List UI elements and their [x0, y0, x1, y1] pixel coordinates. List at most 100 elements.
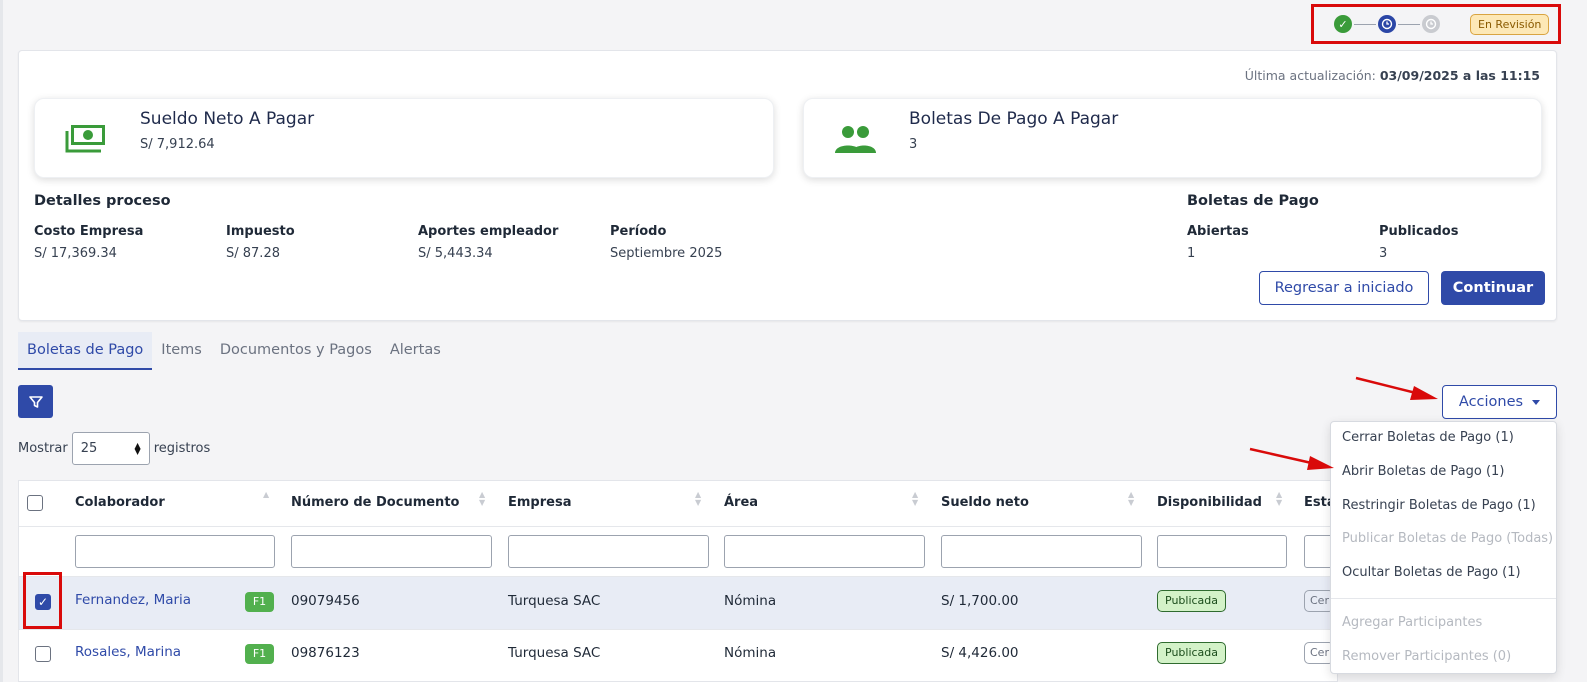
payslips-title: Boletas de Pago	[1187, 193, 1319, 209]
filter-input-document[interactable]	[291, 535, 492, 568]
tab-alertas[interactable]: Alertas	[381, 332, 450, 370]
employee-link[interactable]: Fernandez, Maria	[75, 592, 191, 608]
tab-boletas-de-pago[interactable]: Boletas de Pago	[18, 332, 153, 370]
sort-icon[interactable]: ▲ ▼	[1128, 491, 1134, 507]
summary-card-net-salary: Sueldo Neto A Pagar S/ 7,912.64	[34, 98, 774, 178]
payroll-summary-card: Última actualización: 03/09/2025 a las 1…	[18, 50, 1557, 321]
status-stepper: ✓ En Revisión	[1311, 4, 1561, 44]
payslips-table: Colaborador ▲ Número de Documento ▲ ▼ Emp…	[18, 480, 1338, 682]
field-value-tax: S/ 87.28	[226, 246, 280, 261]
caret-down-icon	[1532, 399, 1541, 405]
process-details-title: Detalles proceso	[34, 193, 171, 209]
step-connector	[1354, 23, 1376, 25]
summary-title: Boletas De Pago A Pagar	[909, 109, 1119, 129]
field-label-period: Período	[610, 224, 667, 239]
actions-label: Acciones	[1458, 394, 1524, 410]
cell-company: Turquesa SAC	[508, 645, 601, 661]
records-label: registros	[153, 441, 211, 456]
filter-input-company[interactable]	[508, 535, 709, 568]
last-update-value: 03/09/2025 a las 11:15	[1379, 68, 1540, 83]
field-label-company-cost: Costo Empresa	[34, 224, 144, 239]
tab-documentos-y-pagos[interactable]: Documentos y Pagos	[211, 332, 381, 370]
sort-icon[interactable]: ▲ ▼	[479, 491, 485, 507]
actions-dropdown-menu: Cerrar Boletas de Pago (1) Abrir Boletas…	[1330, 421, 1557, 674]
header-divider	[19, 526, 1337, 527]
continue-button[interactable]: Continuar	[1441, 271, 1545, 305]
menu-item-hide-payslips[interactable]: Ocultar Boletas de Pago (1)	[1342, 565, 1521, 580]
column-header-area[interactable]: Área	[724, 495, 758, 510]
actions-dropdown-button[interactable]: Acciones	[1442, 385, 1557, 419]
back-to-started-button[interactable]: Regresar a iniciado	[1259, 271, 1429, 305]
field-value-period: Septiembre 2025	[610, 246, 723, 261]
row-divider	[19, 629, 1337, 630]
menu-item-close-payslips[interactable]: Cerrar Boletas de Pago (1)	[1342, 430, 1514, 445]
column-header-company[interactable]: Empresa	[508, 495, 571, 510]
filter-input-colaborador[interactable]	[75, 535, 275, 568]
field-label-tax: Impuesto	[226, 224, 295, 239]
table-row-selected	[19, 577, 1337, 629]
employee-tag: F1	[245, 644, 274, 664]
cell-company: Turquesa SAC	[508, 593, 601, 609]
money-icon	[65, 123, 107, 155]
status-badge: En Revisión	[1470, 13, 1550, 35]
step-done-icon: ✓	[1334, 15, 1352, 33]
field-value-employer-contributions: S/ 5,443.34	[418, 246, 493, 261]
step-current-clock-icon	[1378, 15, 1396, 33]
column-header-document[interactable]: Número de Documento	[291, 495, 459, 510]
menu-item-remove-participants: Remover Participantes (0)	[1342, 649, 1512, 664]
menu-divider	[1331, 598, 1556, 599]
employee-link[interactable]: Rosales, Marina	[75, 644, 181, 660]
summary-value: 3	[909, 137, 918, 152]
menu-item-restrict-payslips[interactable]: Restringir Boletas de Pago (1)	[1342, 498, 1536, 513]
column-header-colaborador[interactable]: Colaborador	[75, 495, 165, 510]
field-label-employer-contributions: Aportes empleador	[418, 224, 559, 239]
filter-icon	[28, 395, 43, 408]
field-value-published: 3	[1379, 246, 1388, 261]
people-icon	[834, 123, 876, 155]
cell-area: Nómina	[724, 645, 777, 661]
page-size-value: 25	[80, 441, 98, 456]
annotation-highlight-box	[23, 572, 62, 629]
page-size-control: Mostrar 25 ▲ ▼ registros	[18, 432, 210, 465]
field-label-published: Publicados	[1379, 224, 1459, 239]
filter-input-availability[interactable]	[1157, 535, 1287, 568]
updown-icon: ▲ ▼	[134, 440, 141, 456]
annotation-arrow-open-payslips	[1249, 447, 1334, 470]
field-value-open: 1	[1187, 246, 1196, 261]
filter-input-net-salary[interactable]	[941, 535, 1142, 568]
sort-icon[interactable]: ▲ ▼	[695, 491, 701, 507]
filter-input-area[interactable]	[724, 535, 925, 568]
availability-badge: Publicada	[1157, 642, 1227, 664]
tabs: Boletas de Pago Items Documentos y Pagos…	[18, 332, 450, 370]
select-all-checkbox[interactable]	[27, 495, 43, 511]
show-label: Mostrar	[18, 441, 68, 456]
cell-net-salary: S/ 4,426.00	[941, 645, 1019, 661]
column-header-net-salary[interactable]: Sueldo neto	[941, 495, 1029, 510]
employee-tag: F1	[245, 592, 274, 612]
step-connector	[1398, 23, 1420, 25]
column-header-availability[interactable]: Disponibilidad	[1157, 495, 1262, 510]
menu-item-publish-payslips: Publicar Boletas de Pago (Todas)	[1342, 531, 1554, 546]
summary-card-payslips: Boletas De Pago A Pagar 3	[803, 98, 1542, 178]
menu-item-add-participants: Agregar Participantes	[1342, 615, 1483, 630]
menu-item-open-payslips[interactable]: Abrir Boletas de Pago (1)	[1342, 464, 1504, 479]
step-pending-clock-icon	[1422, 15, 1440, 33]
cell-area: Nómina	[724, 593, 777, 609]
page-edge	[0, 0, 3, 682]
field-value-company-cost: S/ 17,369.34	[34, 246, 117, 261]
sort-icon[interactable]: ▲ ▼	[912, 491, 918, 507]
page-size-select[interactable]: 25 ▲ ▼	[71, 432, 150, 465]
cell-document: 09876123	[291, 645, 360, 661]
cell-document: 09079456	[291, 593, 360, 609]
last-update: Última actualización: 03/09/2025 a las 1…	[1245, 68, 1540, 83]
tab-items[interactable]: Items	[152, 332, 211, 370]
filter-button[interactable]	[18, 385, 53, 418]
summary-title: Sueldo Neto A Pagar	[140, 109, 315, 129]
sort-icon[interactable]: ▲	[263, 491, 269, 499]
cell-net-salary: S/ 1,700.00	[941, 593, 1019, 609]
sort-icon[interactable]: ▲ ▼	[1276, 491, 1282, 507]
annotation-arrow-actions	[1355, 376, 1438, 400]
last-update-label: Última actualización:	[1244, 68, 1376, 83]
availability-badge: Publicada	[1157, 590, 1227, 612]
row-checkbox[interactable]	[35, 646, 51, 662]
